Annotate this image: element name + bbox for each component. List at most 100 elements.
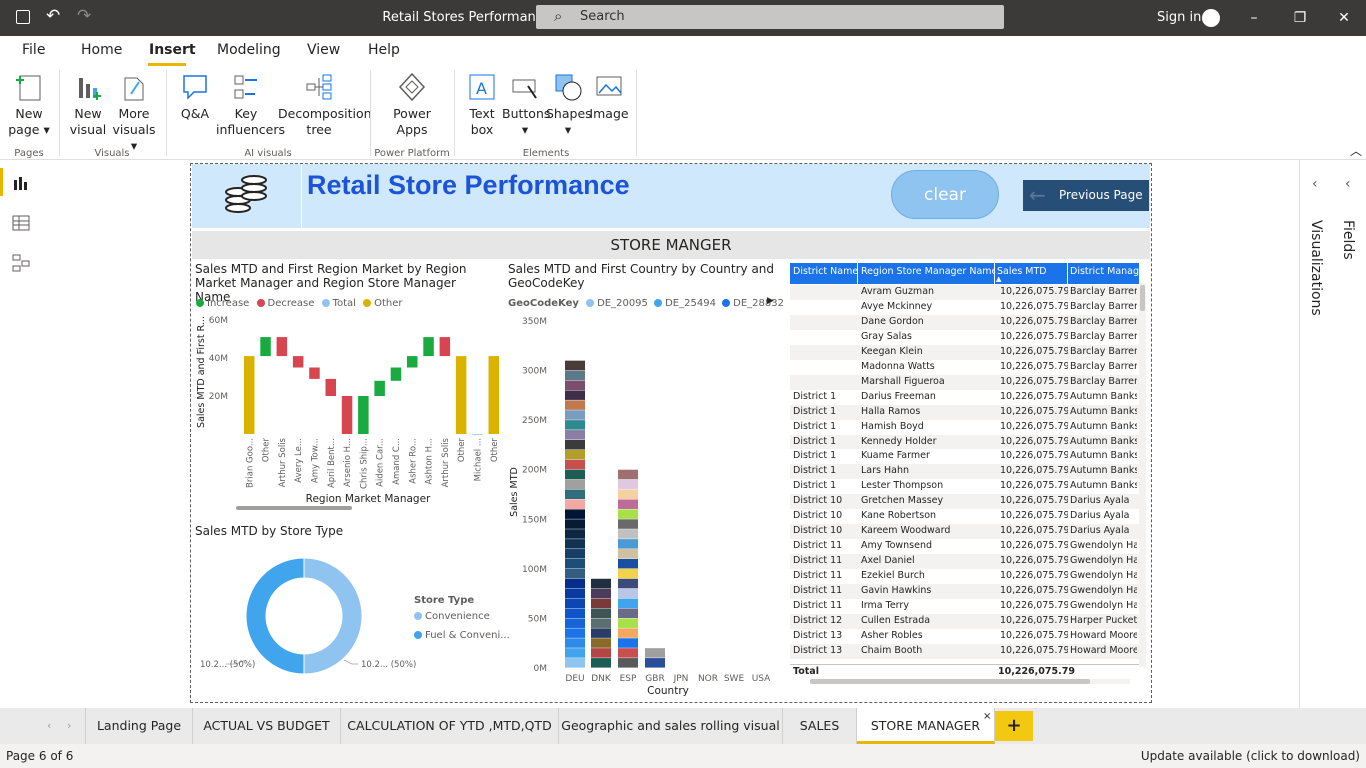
table-row[interactable]: District 13 Asher Robles 10,226,075.79 Howa… — [790, 628, 1139, 644]
table-row[interactable]: District 1 Lester Thompson 10,226,075.79 Au… — [790, 479, 1139, 495]
undo-icon[interactable]: ↶ — [46, 6, 60, 26]
column-header-manager[interactable]: Region Store Manager Name — [861, 266, 995, 277]
table-row[interactable]: Dane Gordon 10,226,075.79 Barclay Barrera — [790, 314, 1139, 330]
group-power-platform: Power Platform — [374, 148, 450, 159]
qna-button[interactable]: Q&A — [174, 72, 216, 122]
x-tick-label: Chris Ship... — [359, 438, 369, 489]
stacked-segment — [565, 370, 585, 381]
table-cell: Gwendolyn Har — [1070, 570, 1137, 582]
table-row[interactable]: District 12 Cullen Estrada 10,226,075.79 Ha… — [790, 613, 1139, 629]
power-apps-icon — [398, 72, 426, 102]
key-influencers-button[interactable]: Key influencers — [216, 72, 285, 138]
table-row[interactable]: Avram Guzman 10,226,075.79 Barclay Barrera — [790, 285, 1139, 300]
tab-scroll-right-icon[interactable]: › — [67, 719, 71, 732]
table-row[interactable]: Madonna Watts 10,226,075.79 Barclay Barrer… — [790, 359, 1139, 375]
visualizations-pane-tab[interactable]: Visualizations — [1308, 220, 1324, 316]
table-row[interactable]: District 11 Axel Daniel 10,226,075.79 Gwend… — [790, 554, 1139, 570]
redo-icon[interactable]: ↷ — [77, 6, 91, 26]
legend-fuel-swatch — [414, 631, 422, 639]
table-vertical-scrollbar[interactable] — [1139, 283, 1146, 667]
new-visual-button[interactable]: New visual — [66, 72, 110, 138]
tab-store-manager[interactable]: STORE MANAGER — [857, 708, 995, 744]
sort-ascending-icon: ▲ — [996, 275, 1002, 283]
table-row[interactable]: District 11 Gavin Hawkins 10,226,075.79 Gwe… — [790, 584, 1139, 599]
menu-file[interactable]: File — [22, 42, 45, 58]
minimize-icon[interactable]: – — [1244, 8, 1264, 28]
table-row[interactable]: District 10 Kareem Woodward 10,226,075.79 D… — [790, 524, 1139, 540]
update-available-link[interactable]: Update available (click to download) — [1141, 749, 1360, 763]
table-row[interactable]: District 1 Lars Hahn 10,226,075.79 Autumn B… — [790, 464, 1139, 480]
group-visuals: Visuals — [94, 148, 130, 159]
close-tab-icon[interactable]: × — [983, 711, 991, 722]
table-cell: Hamish Boyd — [861, 420, 924, 432]
table-row[interactable]: Marshall Figueroa 10,226,075.79 Barclay Ba… — [790, 374, 1139, 390]
close-icon[interactable]: ✕ — [1334, 8, 1354, 28]
table-row[interactable]: District 10 Gretchen Massey 10,226,075.79 D… — [790, 494, 1139, 510]
table-cell: District 10 — [793, 495, 843, 507]
clear-button[interactable]: clear — [891, 170, 999, 219]
table-cell: 10,226,075.79 — [1000, 540, 1068, 552]
fields-pane-tab[interactable]: Fields — [1340, 220, 1356, 260]
table-row[interactable]: District 1 Hamish Boyd 10,226,075.79 Autumn… — [790, 419, 1139, 435]
stacked-segment — [565, 400, 585, 410]
waterfall-scrollbar[interactable] — [236, 506, 352, 510]
image-button[interactable]: Image — [588, 72, 630, 122]
table-row[interactable]: Gray Salas 10,226,075.79 Barclay Barrera — [790, 329, 1139, 345]
table-row[interactable]: District 1 Kennedy Holder 10,226,075.79 Aut… — [790, 434, 1139, 450]
table-cell: 10,226,075.79 — [1000, 345, 1068, 357]
text-box-button[interactable]: A Text box — [462, 72, 502, 138]
table-row[interactable]: District 10 Kane Robertson 10,226,075.79 Da… — [790, 509, 1139, 525]
tab-geographic[interactable]: Geographic and sales rolling visual — [559, 708, 783, 744]
tab-actual-vs-budget[interactable]: ACTUAL VS BUDGET — [193, 708, 341, 744]
table-row[interactable]: District 11 Irma Terry 10,226,075.79 Gwendo… — [790, 598, 1139, 614]
collapse-fields-icon[interactable]: ‹ — [1345, 176, 1351, 192]
tab-sales[interactable]: SALES — [783, 708, 857, 744]
data-view-icon[interactable] — [12, 214, 30, 232]
more-visuals-button[interactable]: More visuals ▾ — [112, 72, 156, 154]
donut-slice — [245, 557, 305, 675]
menu-modeling[interactable]: Modeling — [217, 42, 281, 58]
menu-insert[interactable]: Insert — [149, 42, 196, 58]
table-cell: Kennedy Holder — [861, 435, 937, 447]
table-row[interactable]: District 11 Amy Townsend 10,226,075.79 Gwen… — [790, 539, 1139, 555]
buttons-button[interactable]: Buttons ▾ — [502, 72, 550, 138]
menu-home[interactable]: Home — [81, 42, 122, 58]
table-row[interactable]: District 1 Halla Ramos 10,226,075.79 Autumn… — [790, 404, 1139, 420]
table-row[interactable]: District 1 Kuame Farmer 10,226,075.79 Autum… — [790, 449, 1139, 465]
save-icon[interactable] — [16, 10, 30, 24]
account-toggle-icon[interactable] — [1202, 9, 1220, 27]
sign-in-link[interactable]: Sign in — [1157, 10, 1201, 25]
table-row[interactable]: District 1 Darius Freeman 10,226,075.79 Aut… — [790, 389, 1139, 405]
decomposition-tree-button[interactable]: Decomposition tree — [278, 72, 372, 138]
column-header-sales[interactable]: Sales MTD — [997, 266, 1067, 277]
tab-calculation[interactable]: CALCULATION OF YTD ,MTD,QTD — [341, 708, 559, 744]
report-view-icon[interactable] — [12, 174, 30, 192]
table-row[interactable]: District 11 Ezekiel Burch 10,226,075.79 Gwe… — [790, 569, 1139, 585]
table-row[interactable]: Avye Mckinney 10,226,075.79 Barclay Barrer… — [790, 299, 1139, 315]
table-horizontal-scrollbar[interactable] — [810, 679, 1130, 684]
add-page-button[interactable]: + — [995, 711, 1033, 741]
column-header-district[interactable]: District Name — [793, 266, 857, 277]
x-tick-label: JPN — [673, 674, 689, 684]
image-label: Image — [589, 106, 629, 121]
menu-view[interactable]: View — [307, 42, 340, 58]
restore-icon[interactable]: ❐ — [1290, 8, 1310, 28]
collapse-ribbon-icon[interactable]: ︿ — [1350, 142, 1362, 159]
page-indicator: Page 6 of 6 — [6, 749, 74, 763]
menu-help[interactable]: Help — [368, 42, 400, 58]
column-header-district-manager[interactable]: District Manager — [1070, 266, 1139, 277]
model-view-icon[interactable] — [12, 254, 30, 272]
shapes-button[interactable]: Shapes ▾ — [546, 72, 592, 138]
new-page-button[interactable]: New page ▾ — [6, 72, 52, 138]
legend-next-icon[interactable]: ▶ — [767, 296, 774, 306]
tab-scroll-left-icon[interactable]: ‹ — [47, 719, 51, 732]
collapse-visualizations-icon[interactable]: ‹ — [1312, 176, 1318, 192]
previous-page-button[interactable]: ← Previous Page — [1023, 180, 1149, 211]
tab-landing-page[interactable]: Landing Page — [85, 708, 193, 744]
power-apps-button[interactable]: Power Apps — [382, 72, 442, 138]
table-row[interactable]: District 13 Chaim Booth 10,226,075.79 Howar… — [790, 643, 1139, 659]
legend-item: Increase — [196, 298, 249, 309]
search-box[interactable]: ⌕ Search — [536, 5, 1004, 29]
ribbon-divider — [636, 70, 637, 156]
table-row[interactable]: Keegan Klein 10,226,075.79 Barclay Barrera — [790, 344, 1139, 360]
